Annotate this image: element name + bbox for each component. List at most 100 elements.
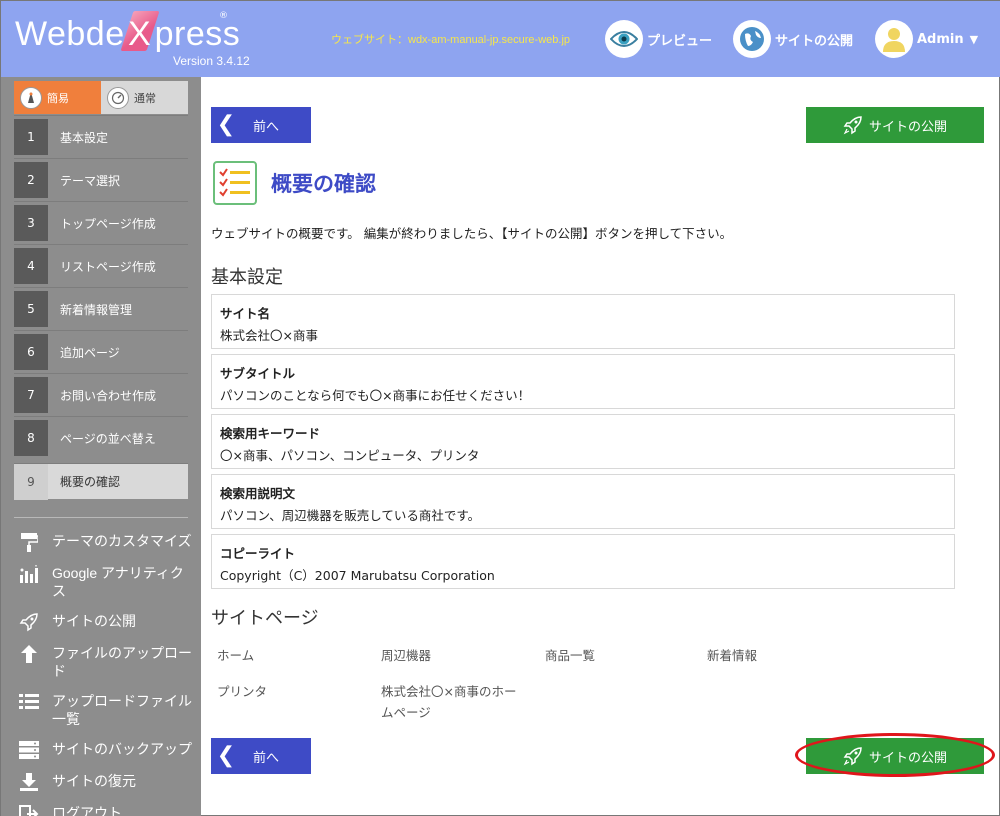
step-number: 8 (14, 420, 48, 456)
publish-button-bottom[interactable]: サイトの公開 (806, 738, 984, 774)
tool-label: ログアウト (52, 805, 122, 816)
logout-icon (19, 804, 39, 816)
tool-site-publish[interactable]: サイトの公開 (19, 612, 194, 632)
chevron-left-icon: ❮ (216, 743, 236, 768)
download-icon (19, 772, 39, 792)
field-label: サイト名 (220, 306, 271, 321)
step-label: リストページ作成 (60, 259, 156, 274)
tool-site-backup[interactable]: サイトのバックアップ (19, 740, 194, 760)
tool-label: テーマのカスタマイズ (52, 533, 192, 549)
section-title-basic: 基本設定 (211, 267, 283, 287)
step-list: 1 基本設定 2 テーマ選択 3 トップページ作成 4 リストページ作成 5 新着情報管理… (14, 115, 188, 500)
tool-logout[interactable]: ログアウト (19, 804, 194, 816)
tool-label: サイトのバックアップ (52, 741, 192, 757)
step-item-theme[interactable]: 2 テーマ選択 (14, 158, 188, 201)
step-number: 5 (14, 291, 48, 327)
tool-site-restore[interactable]: サイトの復元 (19, 772, 194, 792)
field-label: 検索用説明文 (220, 486, 296, 501)
tool-google-analytics[interactable]: Google アナリティクス (19, 564, 194, 600)
field-label: コピーライト (220, 546, 296, 561)
step-number: 2 (14, 162, 48, 198)
field-value: 株式会社〇×商事 (220, 328, 318, 343)
tool-label: サイトの復元 (52, 773, 136, 789)
server-icon (19, 740, 39, 760)
step-number: 9 (14, 463, 48, 500)
step-number: 7 (14, 377, 48, 413)
step-label: 新着情報管理 (60, 302, 133, 317)
field-label: 検索用キーワード (220, 426, 321, 441)
tool-label: Google アナリティクス (52, 565, 184, 599)
step-label: 概要の確認 (60, 475, 121, 489)
main-content: ❮ 前へ サイトの公開 概要の確認 ウェブサイトの概要です。 編集が終わりました… (201, 77, 1000, 816)
user-avatar-icon (875, 20, 913, 58)
publish-label: サイトの公開 (868, 119, 947, 135)
header-publish-label: サイトの公開 (775, 33, 854, 49)
tool-theme-customize[interactable]: テーマのカスタマイズ (19, 532, 194, 552)
prev-button-bottom[interactable]: ❮ 前へ (211, 738, 311, 774)
tool-uploaded-files[interactable]: アップロードファイル一覧 (19, 692, 194, 728)
page-link-home[interactable]: ホーム (217, 645, 367, 666)
step-item-additional-pages[interactable]: 6 追加ページ (14, 330, 188, 373)
mode-easy-label: 簡易 (47, 91, 69, 105)
gauge-icon (107, 86, 129, 109)
site-url-link[interactable]: ウェブサイト：wdx-am-manual-jp.secure-web.jp (331, 31, 570, 47)
field-value: パソコン、周辺機器を販売している商社です。 (220, 508, 481, 523)
step-label: お問い合わせ作成 (60, 388, 157, 403)
step-label: ページの並べ替え (60, 431, 156, 446)
page-link-company-home[interactable]: 株式会社〇×商事のホームページ (381, 681, 526, 723)
page-header: 概要の確認 (213, 161, 376, 205)
step-item-top-page[interactable]: 3 トップページ作成 (14, 201, 188, 244)
step-label: 基本設定 (60, 130, 109, 145)
tool-label: ファイルのアップロード (52, 645, 192, 679)
upload-icon (19, 644, 39, 664)
prev-label: 前へ (253, 750, 280, 766)
chevron-down-icon: ▼ (969, 32, 979, 46)
prev-label: 前へ (253, 119, 280, 135)
step-item-contact[interactable]: 7 お問い合わせ作成 (14, 373, 188, 416)
eye-icon (605, 20, 643, 58)
app-version: Version 3.4.12 (173, 54, 250, 68)
rocket-icon (843, 115, 863, 135)
list-icon (19, 692, 39, 712)
field-value: 〇×商事、パソコン、コンピュータ、プリンタ (220, 448, 480, 463)
mode-switch: 簡易 通常 (14, 81, 188, 114)
preview-button[interactable]: プレビュー (605, 19, 712, 59)
page-link-products[interactable]: 商品一覧 (545, 645, 695, 666)
mode-normal-label: 通常 (134, 91, 156, 105)
mode-easy-tab[interactable]: 簡易 (14, 81, 101, 114)
app-header: Webde Xpress ® Version 3.4.12 ウェブサイト：wdx-… (1, 1, 1000, 77)
publish-button-top[interactable]: サイトの公開 (806, 107, 984, 143)
tool-file-upload[interactable]: ファイルのアップロード (19, 644, 194, 680)
mode-normal-tab[interactable]: 通常 (101, 81, 188, 114)
admin-menu-button[interactable]: Admin ▼ (875, 19, 978, 59)
step-item-page-order[interactable]: 8 ページの並べ替え (14, 416, 188, 459)
step-item-summary[interactable]: 9 概要の確認 (14, 463, 188, 500)
sidebar-divider (14, 517, 188, 518)
tool-list: テーマのカスタマイズ Google アナリティクス サイトの公開 ファイルのアッ… (19, 532, 194, 816)
checklist-icon (213, 161, 257, 205)
logo-text-pre: Webde (15, 15, 125, 53)
step-item-news[interactable]: 5 新着情報管理 (14, 287, 188, 330)
field-value: Copyright（C）2007 Marubatsu Corporation (220, 568, 495, 583)
page-link-news[interactable]: 新着情報 (707, 645, 857, 666)
publish-label: サイトの公開 (868, 750, 947, 766)
rocket-icon (19, 612, 39, 632)
prev-button-top[interactable]: ❮ 前へ (211, 107, 311, 143)
info-box-subtitle: サブタイトル パソコンのことなら何でも〇×商事にお任せください！ (211, 354, 955, 409)
app-logo: Webde Xpress ® Version 3.4.12 (1, 1, 281, 77)
step-item-list-page[interactable]: 4 リストページ作成 (14, 244, 188, 287)
admin-label: Admin (917, 31, 964, 47)
sidebar: 簡易 通常 1 基本設定 2 テーマ選択 3 トップページ作成 4 リストページ作成 5… (1, 77, 201, 816)
section-title-pages: サイトページ (211, 608, 319, 628)
tool-label: サイトの公開 (52, 613, 136, 629)
step-item-basic-settings[interactable]: 1 基本設定 (14, 115, 188, 158)
paint-roller-icon (19, 532, 39, 552)
bar-chart-icon (19, 564, 39, 584)
page-link-peripherals[interactable]: 周辺機器 (381, 645, 531, 666)
header-publish-button[interactable]: サイトの公開 (733, 19, 853, 59)
step-number: 6 (14, 334, 48, 370)
wizard-icon (20, 86, 42, 109)
page-link-printer[interactable]: プリンタ (217, 681, 367, 702)
info-box-description: 検索用説明文 パソコン、周辺機器を販売している商社です。 (211, 474, 955, 529)
info-box-copyright: コピーライト Copyright（C）2007 Marubatsu Corpor… (211, 534, 955, 589)
